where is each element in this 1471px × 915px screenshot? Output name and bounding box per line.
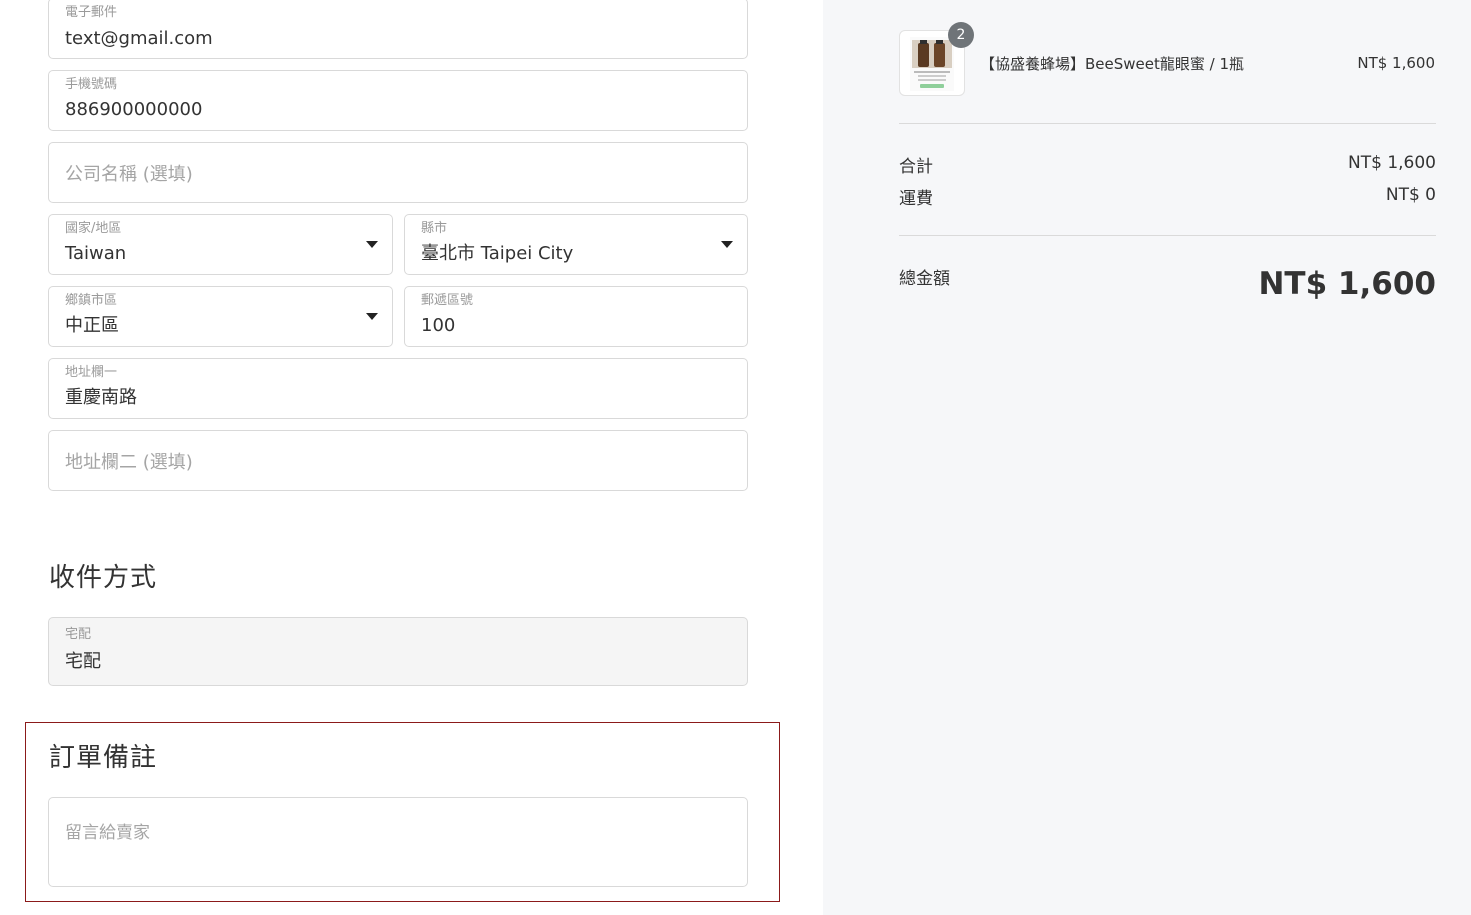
checkout-form: 電子郵件 text@gmail.com 手機號碼 886900000000 公司… [0, 0, 823, 915]
order-summary-panel [823, 0, 1471, 915]
product-image [910, 37, 954, 91]
address-line2-field[interactable]: 地址欄二 (選填) [48, 430, 748, 491]
caret-down-icon [366, 241, 378, 248]
phone-label: 手機號碼 [65, 77, 118, 92]
company-field[interactable]: 公司名稱 (選填) [48, 142, 748, 203]
subtotal-label: 合計 [899, 157, 933, 177]
email-label: 電子郵件 [65, 5, 118, 20]
city-select[interactable]: 縣市 臺北市 Taipei City [404, 214, 748, 275]
city-value: 臺北市 Taipei City [421, 243, 574, 264]
country-label: 國家/地區 [65, 221, 122, 236]
shipping-label: 運費 [899, 189, 933, 209]
email-value[interactable]: text@gmail.com [65, 27, 213, 51]
postal-code-field[interactable]: 郵遞區號 100 [404, 286, 748, 347]
product-price: NT$ 1,600 [1357, 54, 1435, 72]
address-line1-label: 地址欄一 [65, 365, 118, 380]
country-select[interactable]: 國家/地區 Taiwan [48, 214, 393, 275]
caret-down-icon [721, 241, 733, 248]
country-value: Taiwan [65, 243, 127, 264]
delivery-title: 收件方式 [49, 563, 158, 593]
district-select[interactable]: 鄉鎮市區 中正區 [48, 286, 393, 347]
total-value: NT$ 1,600 [1258, 266, 1436, 302]
summary-divider [899, 235, 1436, 236]
phone-value[interactable]: 886900000000 [65, 98, 202, 122]
district-label: 鄉鎮市區 [65, 293, 118, 308]
seller-message-placeholder: 留言給賣家 [65, 823, 150, 843]
city-label: 縣市 [421, 221, 448, 236]
address-line2-placeholder: 地址欄二 (選填) [65, 451, 193, 473]
seller-message-textarea[interactable]: 留言給賣家 [48, 797, 748, 887]
summary-divider [899, 123, 1436, 124]
shipping-value: NT$ 0 [1385, 185, 1436, 205]
phone-field[interactable]: 手機號碼 886900000000 [48, 70, 748, 131]
product-name: 【協盛養蜂場】BeeSweet龍眼蜜 / 1瓶 [980, 55, 1245, 73]
order-notes-title: 訂單備註 [49, 743, 158, 773]
total-label: 總金額 [899, 269, 950, 289]
address-line1-value[interactable]: 重慶南路 [65, 386, 137, 410]
subtotal-value: NT$ 1,600 [1348, 153, 1436, 173]
quantity-badge: 2 [948, 22, 974, 48]
address-line1-field[interactable]: 地址欄一 重慶南路 [48, 358, 748, 419]
caret-down-icon [366, 313, 378, 320]
delivery-method-value: 宅配 [65, 651, 101, 672]
email-field[interactable]: 電子郵件 text@gmail.com [48, 0, 748, 59]
district-value: 中正區 [65, 315, 119, 336]
company-placeholder: 公司名稱 (選填) [65, 163, 193, 185]
postal-label: 郵遞區號 [421, 293, 474, 308]
delivery-method-label: 宅配 [65, 627, 92, 642]
postal-value[interactable]: 100 [421, 314, 455, 338]
delivery-method-field: 宅配 宅配 [48, 617, 748, 686]
